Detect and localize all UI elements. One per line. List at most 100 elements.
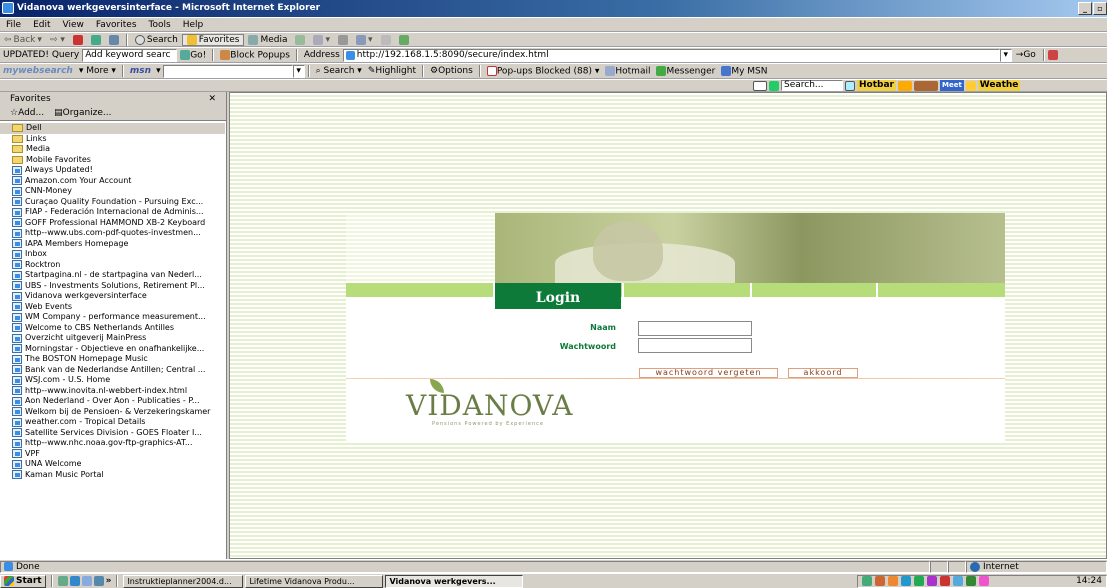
favorite-item[interactable]: IAPA Members Homepage <box>0 239 225 250</box>
more-button[interactable]: ▾ More ▾ <box>76 66 119 76</box>
menu-help[interactable]: Help <box>177 20 210 30</box>
msn-dropdown[interactable]: ▾ <box>154 66 163 76</box>
favorite-item[interactable]: Overzicht uitgeverij MainPress <box>0 333 225 344</box>
people-icon[interactable] <box>913 80 938 91</box>
messenger-button[interactable] <box>395 34 413 45</box>
discuss-button[interactable] <box>377 34 395 45</box>
msn-search-dropdown[interactable]: ▾ <box>292 64 305 78</box>
forward-button[interactable]: ⇨ ▾ <box>46 35 69 45</box>
task-lifetime-vidanova[interactable]: Lifetime Vidanova Produ... <box>245 574 384 588</box>
task-instruktieplanner[interactable]: Instruktieplanner2004.d... <box>123 574 244 588</box>
close-icon[interactable]: ✕ <box>208 92 216 106</box>
task-vidanova-werkgevers[interactable]: Vidanova werkgevers... <box>385 574 524 588</box>
mail-button[interactable]: ▾ <box>309 34 334 45</box>
crown-icon[interactable] <box>897 80 912 91</box>
favorite-item[interactable]: Aon Nederland - Over Aon - Publicaties -… <box>0 396 225 407</box>
favorite-item[interactable]: The BOSTON Homepage Music <box>0 354 225 365</box>
weather-button[interactable]: Weathe <box>977 80 1021 91</box>
quicklaunch-media-icon[interactable] <box>93 576 104 586</box>
akkoord-button[interactable]: akkoord <box>788 368 858 378</box>
favorite-item[interactable]: Welkom bij de Pensioen- & Verzekeringska… <box>0 407 225 418</box>
start-button[interactable]: Start <box>0 574 46 588</box>
favorite-item[interactable]: Satellite Services Division - GOES Float… <box>0 428 225 439</box>
favorite-item[interactable]: WSJ.com - U.S. Home <box>0 375 225 386</box>
my-msn-button[interactable]: My MSN <box>718 65 770 76</box>
favorite-item[interactable]: UBS - Investments Solutions, Retirement … <box>0 281 225 292</box>
favorite-item[interactable]: Media <box>0 144 225 155</box>
options-button[interactable]: ⚙Options <box>427 66 476 76</box>
url-input[interactable]: http://192.168.1.5:8090/secure/index.htm… <box>342 48 1000 62</box>
hotbar-button[interactable]: Hotbar <box>857 80 896 91</box>
meet-button[interactable]: Meet <box>939 80 964 91</box>
go-keyword-button[interactable]: Go! <box>177 49 209 60</box>
favorite-item[interactable]: FIAP - Federación Internacional de Admin… <box>0 207 225 218</box>
block-popups-button[interactable]: Block Popups <box>217 49 293 60</box>
wachtwoord-input[interactable] <box>638 338 752 353</box>
favorite-item[interactable]: http--www.nhc.noaa.gov-ftp-graphics-AT..… <box>0 438 225 449</box>
back-button[interactable]: ⇦ Back ▾ <box>0 35 46 45</box>
favorite-item[interactable]: Amazon.com Your Account <box>0 176 225 187</box>
minimize-button[interactable]: _ <box>1078 2 1092 15</box>
messenger-link[interactable]: Messenger <box>653 65 718 76</box>
hotbar-search-input[interactable]: Search... <box>781 80 843 91</box>
msn-search-button[interactable]: ⌕ Search ▾ <box>313 66 365 76</box>
maximize-button[interactable]: ▫ <box>1093 2 1107 15</box>
favorite-item[interactable]: Web Events <box>0 302 225 313</box>
msn-search-input[interactable] <box>162 64 293 78</box>
quicklaunch-desktop-icon[interactable] <box>57 576 68 586</box>
menu-favorites[interactable]: Favorites <box>90 20 143 30</box>
diamond-icon[interactable] <box>965 80 976 91</box>
menu-tools[interactable]: Tools <box>143 20 177 30</box>
favorite-item[interactable]: Links <box>0 134 225 145</box>
stop-button[interactable] <box>69 34 87 45</box>
search-button[interactable]: Search <box>131 34 182 45</box>
edit-button[interactable]: ▾ <box>352 34 377 45</box>
favorite-item[interactable]: http--www.inovita.nl-webbert-index.html <box>0 386 225 397</box>
menu-file[interactable]: File <box>0 20 27 30</box>
go-button[interactable]: →Go <box>1012 50 1040 60</box>
favorite-item[interactable]: Mobile Favorites <box>0 155 225 166</box>
history-button[interactable] <box>291 34 309 45</box>
menu-edit[interactable]: Edit <box>27 20 56 30</box>
search-dropdown-icon[interactable] <box>769 80 779 91</box>
favorite-item[interactable]: Vidanova werkgeversinterface <box>0 291 225 302</box>
favorite-item[interactable]: weather.com - Tropical Details <box>0 417 225 428</box>
favorite-item[interactable]: Always Updated! <box>0 165 225 176</box>
favorite-item[interactable]: Startpagina.nl - de startpagina van Nede… <box>0 270 225 281</box>
url-dropdown-button[interactable]: ▾ <box>999 48 1012 62</box>
mywebsearch-logo[interactable]: mywebsearch <box>0 66 76 76</box>
hotmail-button[interactable]: Hotmail <box>602 65 653 76</box>
menu-view[interactable]: View <box>57 20 90 30</box>
print-button[interactable] <box>334 34 352 45</box>
highlight-button[interactable]: ✎Highlight <box>365 66 419 76</box>
favorite-item[interactable]: Kaman Music Portal <box>0 470 225 481</box>
favorites-button[interactable]: Favorites <box>181 33 245 46</box>
favorite-item[interactable]: CNN-Money <box>0 186 225 197</box>
organize-favorites-button[interactable]: ▤Organize... <box>54 106 111 120</box>
home-button[interactable] <box>105 34 123 45</box>
favorite-item[interactable]: Rocktron <box>0 260 225 271</box>
favorite-item[interactable]: VPF <box>0 449 225 460</box>
quicklaunch-outlook-icon[interactable] <box>81 576 92 586</box>
favorite-item[interactable]: Bank van de Nederlandse Antillen; Centra… <box>0 365 225 376</box>
refresh-button[interactable] <box>87 34 105 45</box>
naam-input[interactable] <box>638 321 752 336</box>
favorite-item[interactable]: WM Company - performance measurement... <box>0 312 225 323</box>
msn-logo[interactable]: msn <box>127 66 154 76</box>
quicklaunch-chevron-icon[interactable]: » <box>106 576 112 586</box>
favorite-item[interactable]: Dell <box>0 123 225 134</box>
favorite-item[interactable]: Curaçao Quality Foundation - Pursuing Ex… <box>0 197 225 208</box>
media-button[interactable]: Media <box>244 34 291 45</box>
favorite-item[interactable]: UNA Welcome <box>0 459 225 470</box>
add-favorite-button[interactable]: ☆Add... <box>10 106 44 120</box>
keyword-search-input[interactable]: Add keyword searc <box>82 48 178 62</box>
search-icon[interactable] <box>845 80 855 91</box>
favorite-item[interactable]: GOFF Professional HAMMOND XB-2 Keyboard <box>0 218 225 229</box>
favorite-item[interactable]: Morningstar - Objectieve en onafhankelij… <box>0 344 225 355</box>
favorite-item[interactable]: Welcome to CBS Netherlands Antilles <box>0 323 225 334</box>
favorite-item[interactable]: http--www.ubs.com-pdf-quotes-investmen..… <box>0 228 225 239</box>
links-icon[interactable] <box>1047 49 1058 61</box>
forgot-password-button[interactable]: wachtwoord vergeten <box>639 368 778 378</box>
mail-icon[interactable] <box>753 80 767 91</box>
quicklaunch-ie-icon[interactable] <box>69 576 80 586</box>
